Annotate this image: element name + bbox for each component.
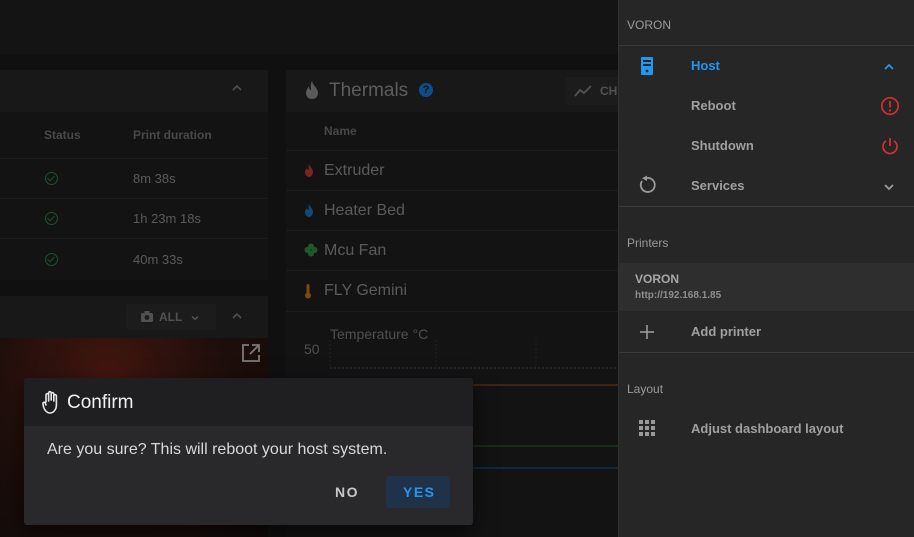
section-voron: VORON: [627, 18, 672, 32]
chevron-down-icon: [883, 180, 895, 198]
drawer-item-services[interactable]: Services: [619, 166, 914, 206]
drawer-item-shutdown-label: Shutdown: [691, 138, 754, 153]
divider: [619, 206, 914, 207]
no-button[interactable]: NO: [316, 476, 374, 508]
drawer-item-host[interactable]: Host: [619, 46, 914, 86]
chevron-up-icon: [883, 60, 895, 78]
section-layout: Layout: [627, 382, 664, 396]
plus-icon: [639, 324, 655, 345]
drawer-item-services-label: Services: [691, 178, 745, 193]
yes-button[interactable]: YES: [386, 476, 450, 508]
adjust-layout-label: Adjust dashboard layout: [691, 421, 844, 436]
power-icon: [880, 136, 900, 161]
divider: [619, 352, 914, 353]
no-button-label: NO: [335, 484, 359, 500]
drawer-item-host-label: Host: [691, 58, 720, 73]
restart-icon: [637, 175, 657, 200]
reboot-alert-icon: [880, 96, 900, 121]
confirm-dialog: Confirm Are you sure? This will reboot y…: [24, 378, 473, 525]
add-printer-button[interactable]: Add printer: [619, 312, 914, 352]
grid-icon: [639, 420, 655, 441]
printer-url: http://192.168.1.85: [635, 290, 722, 301]
printer-name: VORON: [635, 272, 680, 286]
add-printer-label: Add printer: [691, 324, 762, 339]
drawer-item-reboot-label: Reboot: [691, 98, 736, 113]
dialog-message: Are you sure? This will reboot your host…: [47, 441, 388, 458]
section-printers: Printers: [627, 236, 669, 250]
drawer-item-reboot[interactable]: Reboot: [619, 86, 914, 126]
printer-entry[interactable]: VORON http://192.168.1.85: [619, 263, 914, 311]
navigation-drawer: VORON Host Reboot Shutdown Services Prin…: [618, 0, 914, 537]
dialog-title: Confirm: [67, 392, 134, 413]
dialog-header: Confirm: [24, 378, 473, 426]
server-icon: [640, 56, 654, 81]
adjust-layout-button[interactable]: Adjust dashboard layout: [619, 408, 914, 448]
yes-button-label: YES: [403, 484, 436, 500]
hand-icon: [42, 390, 62, 419]
drawer-item-shutdown[interactable]: Shutdown: [619, 126, 914, 166]
